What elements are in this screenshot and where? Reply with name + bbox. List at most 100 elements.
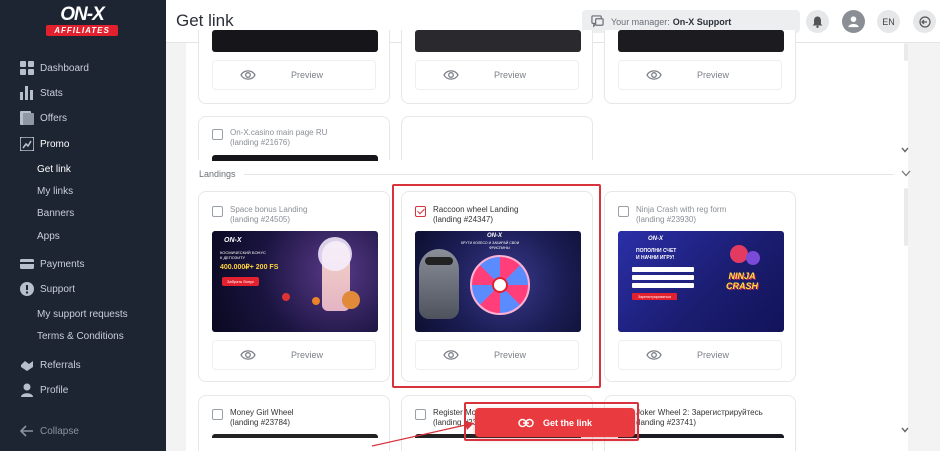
sidebar-item-label: Referrals bbox=[40, 359, 81, 371]
planet-illustration bbox=[282, 293, 290, 301]
sidebar-item-label: Payments bbox=[40, 258, 85, 270]
landing-checkbox[interactable] bbox=[212, 129, 223, 140]
game-logo: NINJA CRASH bbox=[725, 271, 758, 291]
form-field bbox=[632, 283, 694, 288]
preview-label: Preview bbox=[291, 350, 324, 360]
sidebar-item-support[interactable]: Support bbox=[20, 281, 75, 297]
section-title: Landings bbox=[199, 169, 236, 179]
profile-icon bbox=[21, 383, 33, 397]
landing-thumbnail: ON-X КОСМИЧЕСКИЙ БОНУС К ДЕПОЗИТУ 400.00… bbox=[212, 231, 378, 332]
character-hair bbox=[318, 237, 352, 271]
thumb-offer: 400.000₽+ 200 FS bbox=[220, 264, 279, 271]
landing-checkbox[interactable] bbox=[212, 409, 223, 420]
sidebar-sub-banners[interactable]: Banners bbox=[37, 207, 74, 221]
page-title: Get link bbox=[176, 11, 234, 30]
preview-label: Preview bbox=[697, 70, 730, 80]
notifications-button[interactable] bbox=[806, 10, 829, 33]
sidebar-sub-get-link[interactable]: Get link bbox=[37, 163, 71, 177]
thumb-cta: Зарегистрироваться bbox=[632, 293, 678, 300]
logout-icon bbox=[918, 15, 931, 28]
chevron-down-icon[interactable] bbox=[901, 427, 909, 433]
preview-button[interactable]: Preview bbox=[415, 60, 579, 90]
sidebar-item-payments[interactable]: Payments bbox=[20, 256, 84, 272]
arrow-left-icon bbox=[20, 425, 33, 437]
planet-illustration bbox=[342, 291, 360, 309]
sidebar-sub-support-requests[interactable]: My support requests bbox=[37, 308, 128, 322]
landing-card[interactable]: On-X.casino main page RU (landing #21676… bbox=[198, 116, 390, 161]
preview-button[interactable]: Preview bbox=[212, 340, 376, 370]
dashboard-icon bbox=[20, 61, 34, 75]
sidebar-item-label: Offers bbox=[40, 112, 68, 124]
landing-card[interactable]: Ninja Crash with reg form (landing #2393… bbox=[604, 191, 796, 382]
thumb-logo: ON-X bbox=[224, 237, 242, 244]
logout-button[interactable] bbox=[913, 10, 936, 33]
sidebar-item-label: Stats bbox=[40, 87, 63, 99]
form-field bbox=[632, 267, 694, 272]
sidebar-item-label: Promo bbox=[40, 138, 70, 150]
section-divider bbox=[244, 174, 894, 175]
landing-name: Joker Wheel 2: Зарегистрируйтесь bbox=[636, 408, 763, 417]
avatar[interactable] bbox=[842, 10, 865, 33]
collapse-label: Collapse bbox=[40, 425, 79, 437]
annotation-arrow bbox=[371, 421, 474, 447]
landing-checkbox[interactable] bbox=[212, 206, 223, 217]
landing-thumbnail bbox=[212, 30, 378, 52]
referrals-icon bbox=[21, 361, 33, 371]
scrollbar-thumb[interactable] bbox=[904, 188, 908, 246]
sidebar-item-offers[interactable]: Offers bbox=[20, 110, 67, 126]
landing-name: Ninja Crash with reg form bbox=[636, 205, 727, 214]
thumb-text: К ДЕПОЗИТУ bbox=[220, 255, 246, 260]
manager-prefix: Your manager: bbox=[611, 16, 670, 27]
landing-id: (landing #23784) bbox=[230, 418, 291, 427]
landing-title: Joker Wheel 2: Зарегистрируйтесь (landin… bbox=[636, 408, 763, 428]
landing-id: (landing #23930) bbox=[636, 215, 697, 224]
empty-card bbox=[401, 116, 593, 160]
sidebar-item-profile[interactable]: Profile bbox=[20, 382, 68, 398]
scrollbar-thumb[interactable] bbox=[904, 43, 908, 61]
onx-logo[interactable]: ON-X AFFILIATES bbox=[46, 5, 118, 36]
landing-thumbnail bbox=[618, 30, 784, 52]
eye-icon bbox=[443, 70, 459, 80]
sidebar-item-label: Dashboard bbox=[40, 62, 89, 74]
landing-title: Space bonus Landing (landing #24505) bbox=[230, 205, 307, 225]
landing-id: (landing #23741) bbox=[636, 418, 697, 427]
landing-checkbox[interactable] bbox=[618, 206, 629, 217]
fruit-illustration bbox=[746, 251, 760, 265]
thumb-text: И НАЧНИ ИГРУ! bbox=[636, 255, 675, 261]
chevron-down-icon[interactable] bbox=[901, 147, 909, 153]
chevron-down-icon[interactable] bbox=[901, 170, 911, 177]
sidebar-item-stats[interactable]: Stats bbox=[20, 85, 63, 101]
language-button[interactable]: EN bbox=[877, 10, 900, 33]
landing-thumbnail bbox=[212, 155, 378, 161]
landing-card: Preview bbox=[198, 30, 390, 104]
landing-thumbnail bbox=[415, 30, 581, 52]
landing-id: (landing #24505) bbox=[230, 215, 291, 224]
preview-button[interactable]: Preview bbox=[212, 60, 376, 90]
eye-icon bbox=[646, 70, 662, 80]
chat-icon bbox=[591, 15, 604, 28]
sidebar-item-dashboard[interactable]: Dashboard bbox=[20, 60, 89, 76]
landing-card[interactable]: Money Girl Wheel (landing #23784) bbox=[198, 395, 390, 451]
sidebar-item-referrals[interactable]: Referrals bbox=[20, 357, 81, 373]
offers-icon bbox=[20, 111, 34, 125]
collapse-sidebar-button[interactable]: Collapse bbox=[20, 423, 79, 439]
landing-card: Preview bbox=[604, 30, 796, 104]
sidebar-item-label: Support bbox=[40, 283, 76, 295]
sidebar-sub-apps[interactable]: Apps bbox=[37, 230, 60, 244]
preview-button[interactable]: Preview bbox=[618, 60, 782, 90]
support-icon bbox=[20, 282, 34, 296]
eye-icon bbox=[240, 350, 256, 360]
landing-card: Preview bbox=[401, 30, 593, 104]
landing-name: Space bonus Landing bbox=[230, 205, 308, 214]
sidebar-item-promo[interactable]: Promo bbox=[20, 136, 69, 152]
landing-thumbnail: ON-X ПОПОЛНИ СЧЕТ И НАЧНИ ИГРУ! Зарегист… bbox=[618, 231, 784, 332]
preview-button[interactable]: Preview bbox=[618, 340, 782, 370]
planet-illustration bbox=[312, 297, 320, 305]
landing-card[interactable]: Space bonus Landing (landing #24505) ON-… bbox=[198, 191, 390, 382]
sidebar-sub-terms[interactable]: Terms & Conditions bbox=[37, 330, 124, 344]
preview-label: Preview bbox=[697, 350, 730, 360]
thumb-logo: ON-X bbox=[648, 236, 663, 242]
form-field bbox=[632, 275, 694, 280]
landing-title: Money Girl Wheel (landing #23784) bbox=[230, 408, 294, 428]
sidebar-sub-my-links[interactable]: My links bbox=[37, 185, 73, 199]
